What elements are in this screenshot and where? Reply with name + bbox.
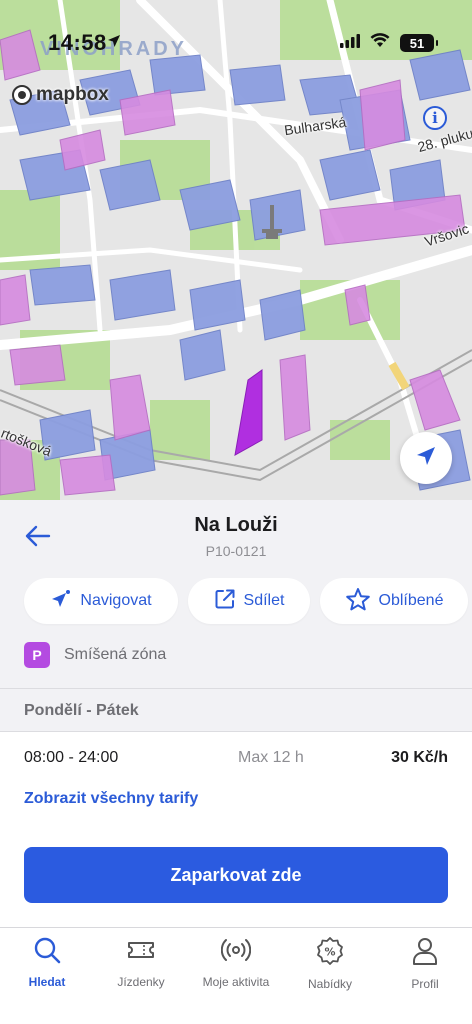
profile-icon <box>411 936 439 971</box>
tab-label: Profil <box>411 977 439 991</box>
status-time: 14:58 <box>48 30 107 55</box>
section-divider <box>0 688 472 689</box>
location-arrow-icon <box>107 34 121 53</box>
zone-label: Smíšená zóna <box>64 646 167 663</box>
locate-me-button[interactable] <box>400 432 452 484</box>
tab-activity[interactable]: Moje aktivita <box>189 936 283 989</box>
mapbox-attribution[interactable]: mapbox <box>12 84 109 106</box>
battery-indicator: 51 <box>400 34 438 52</box>
tab-label: Nabídky <box>307 977 353 991</box>
tab-search[interactable]: Hledat <box>0 936 94 989</box>
favorite-button[interactable]: Oblíbené <box>320 578 468 624</box>
tab-label: Moje aktivita <box>202 975 270 989</box>
tariff-row: 08:00 - 24:00 Max 12 h 30 Kč/h <box>0 732 472 786</box>
share-button[interactable]: Sdílet <box>188 578 310 624</box>
signal-icon <box>340 33 360 53</box>
map-info-button[interactable]: i <box>423 106 447 130</box>
zone-info: P Smíšená zóna <box>24 642 166 668</box>
status-bar: 14:58 51 <box>0 0 472 80</box>
parking-detail-sheet: Na Louži P10-0121 Navigovat Sdílet Oblíb… <box>0 500 472 927</box>
star-icon <box>345 587 371 616</box>
search-icon <box>33 936 61 969</box>
favorite-label: Oblíbené <box>378 592 444 609</box>
wifi-icon <box>370 33 390 53</box>
mapbox-attribution-text: mapbox <box>36 84 109 105</box>
map-view[interactable]: VINOHRADY 14:58 51 mapbox i Bulharská 28… <box>0 0 472 500</box>
tariff-time: 08:00 - 24:00 <box>24 749 119 766</box>
tab-tickets[interactable]: Jízdenky <box>94 936 188 989</box>
show-all-tariffs-link[interactable]: Zobrazit všechny tarify <box>24 790 198 808</box>
share-icon <box>214 588 236 615</box>
tab-offers[interactable]: % Nabídky <box>283 936 377 991</box>
tab-bar: Hledat Jízdenky Moje aktivita % Nabídky … <box>0 927 472 1024</box>
navigate-button[interactable]: Navigovat <box>24 578 178 624</box>
action-buttons: Navigovat Sdílet Oblíbené <box>24 578 468 624</box>
mapbox-logo-icon <box>12 85 32 105</box>
zone-badge: P <box>24 642 50 668</box>
status-icons: 51 <box>340 33 438 53</box>
place-title: Na Louži <box>194 514 278 536</box>
tab-profile[interactable]: Profil <box>378 936 472 991</box>
share-label: Sdílet <box>243 592 285 609</box>
tariff-price: 30 Kč/h <box>391 749 448 766</box>
park-here-button[interactable]: Zaparkovat zde <box>24 847 448 903</box>
navigate-label: Navigovat <box>80 592 152 609</box>
place-code: P10-0121 <box>205 543 267 559</box>
navigate-icon <box>50 588 72 615</box>
tab-label: Hledat <box>28 975 66 989</box>
schedule-days: Pondělí - Pátek <box>24 702 139 719</box>
tariff-max-duration: Max 12 h <box>238 749 304 766</box>
navigation-arrow-icon <box>415 445 437 472</box>
ticket-icon <box>126 936 156 969</box>
svg-text:%: % <box>324 946 335 959</box>
percent-badge-icon: % <box>315 936 345 971</box>
activity-icon <box>220 936 252 969</box>
tab-label: Jízdenky <box>117 975 165 989</box>
